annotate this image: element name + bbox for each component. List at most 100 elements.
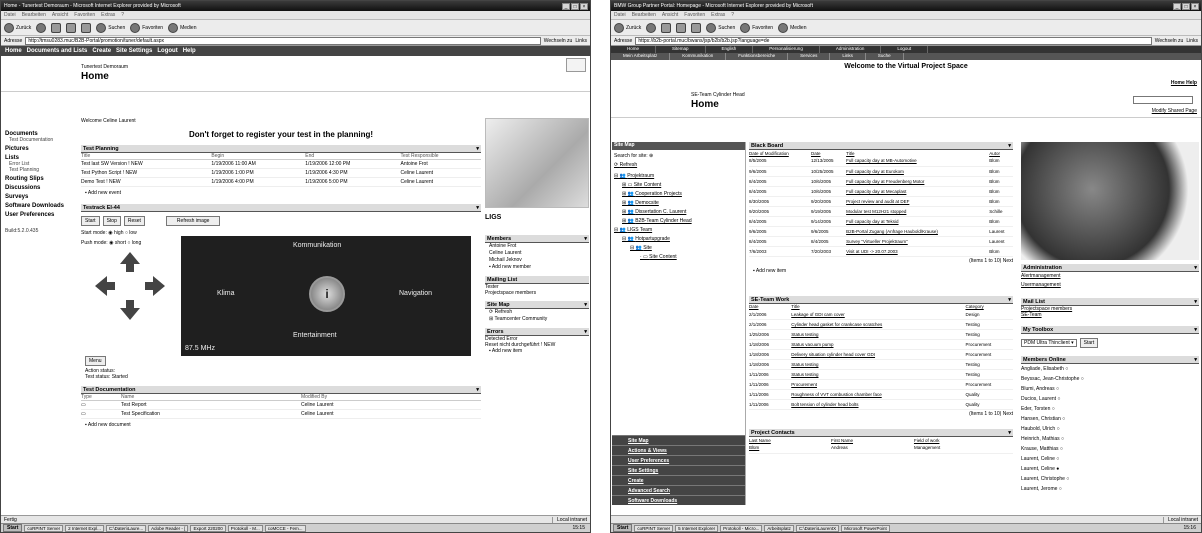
taskbar-item[interactable]: Arbeitsplatz xyxy=(764,524,794,532)
menu-datei[interactable]: Datei xyxy=(614,12,626,18)
back-button[interactable]: Zurück xyxy=(4,22,31,33)
member-item[interactable]: Blumi, Andreas ○ xyxy=(1021,384,1199,394)
taskbar-item[interactable]: Protokoll - Micro... xyxy=(720,524,763,532)
menu-entertainment[interactable]: Entertainment xyxy=(293,332,337,339)
cell-title[interactable]: Test last SW Version ! NEW xyxy=(81,159,212,169)
menu-button[interactable]: Menu xyxy=(85,356,106,366)
chevron-down-icon[interactable]: ▾ xyxy=(1008,296,1013,303)
close-button[interactable]: × xyxy=(580,2,588,10)
teamcenter-community-link[interactable]: ⊞ Teamcenter Community xyxy=(485,316,589,323)
nav-help[interactable]: Help xyxy=(183,48,196,54)
back-button[interactable]: Zurück xyxy=(614,22,641,33)
tree-node[interactable]: ⊞ 👥 Dissertation C. Laurent xyxy=(612,208,745,217)
taskbar-item[interactable]: C:\Daten\Laure... xyxy=(105,524,147,532)
nav-test-documentation[interactable]: Test Documentation xyxy=(5,137,77,143)
minimize-button[interactable]: _ xyxy=(1173,2,1181,10)
cell-title[interactable]: Bolt tension of cylinder head bolts xyxy=(791,399,966,410)
cell-title[interactable]: Roughness of VVT combustion chamber face xyxy=(791,389,966,400)
cell-title[interactable]: Full capacity day at Teksid xyxy=(846,216,990,227)
menu-extras[interactable]: Extras xyxy=(101,12,115,18)
chevron-down-icon[interactable]: ▾ xyxy=(584,235,589,242)
info-knob-icon[interactable]: i xyxy=(309,276,345,312)
links-button[interactable]: Links xyxy=(1186,38,1198,44)
arrow-left-icon[interactable] xyxy=(95,276,115,296)
refresh-image-button[interactable]: Refresh image xyxy=(165,216,221,226)
nav-arbeitsplatz[interactable]: Mein Arbeitsplatz xyxy=(611,53,671,60)
tree-node[interactable]: ⊟ 👥 Site xyxy=(612,244,745,253)
tree-node[interactable]: ⊞ 👥 Democsite xyxy=(612,199,745,208)
nav-home[interactable]: Home xyxy=(5,48,22,54)
member-item[interactable]: Laurent, Christophe ○ xyxy=(1021,474,1199,484)
chevron-down-icon[interactable]: ▾ xyxy=(1194,326,1199,333)
refresh-icon[interactable] xyxy=(66,22,77,33)
cell-title[interactable]: Modular test M12H21 stopped xyxy=(846,206,990,217)
sitemap-action[interactable]: Software Downloads xyxy=(612,495,745,505)
home-icon[interactable] xyxy=(81,22,92,33)
member-item[interactable]: Laurent, Celine ○ xyxy=(1021,454,1199,464)
start-button[interactable]: Start xyxy=(613,524,633,532)
tree-node[interactable]: ⊟ 👥 Hotpartupgrade xyxy=(612,235,745,244)
taskbar-item[interactable]: Microsoft PowerPoint xyxy=(841,524,890,532)
taskbar-item[interactable]: 2 Internet Expl... xyxy=(65,524,104,532)
chevron-down-icon[interactable]: ▾ xyxy=(584,328,589,335)
add-new-member-link[interactable]: ▪ Add new member xyxy=(485,264,589,271)
radio-long[interactable]: ○ xyxy=(127,240,130,246)
add-new-item-link[interactable]: ▪ Add new item xyxy=(753,268,1013,274)
tree-node[interactable]: ⊞ ▭ Site Content xyxy=(612,181,745,190)
cell-title[interactable]: Full capacity day at Mecaplast xyxy=(846,186,990,197)
forward-icon[interactable] xyxy=(646,22,657,33)
add-new-document-link[interactable]: ▪ Add new document xyxy=(85,422,481,428)
sitemap-action[interactable]: Create xyxy=(612,475,745,485)
modify-shared-page-link[interactable]: Modify Shared Page xyxy=(1152,108,1197,114)
taskbar-item[interactable]: coMCCE - Fem... xyxy=(264,524,306,532)
close-button[interactable]: × xyxy=(1191,2,1199,10)
search-box[interactable] xyxy=(566,58,586,72)
member-item[interactable]: Laurent, Celine ● xyxy=(1021,464,1199,474)
go-button[interactable]: Wechseln zu xyxy=(544,38,573,44)
usermanagement-link[interactable]: Usermanagement xyxy=(1021,281,1199,290)
nav-suche[interactable]: Suche xyxy=(866,53,904,60)
nav-test-planning[interactable]: Test Planning xyxy=(5,167,77,173)
toolbox-select[interactable]: PDM Ultra Thinclient ▾ xyxy=(1021,339,1077,347)
taskbar-item[interactable]: coRPINT Server xyxy=(24,524,64,532)
menu-favoriten[interactable]: Favoriten xyxy=(684,12,705,18)
alertmanagement-link[interactable]: Alertmanagement xyxy=(1021,272,1199,281)
sitemap-refresh-link[interactable]: ⟳ Refresh xyxy=(614,162,743,168)
tree-node[interactable]: · ▭ Site Content xyxy=(612,253,745,262)
home-help-links[interactable]: Home Help xyxy=(1171,80,1197,86)
search-button[interactable]: Suchen xyxy=(96,22,125,33)
nav-personalisierung[interactable]: Personalisierung xyxy=(753,46,820,53)
cell-title[interactable]: Status vacuum pump xyxy=(791,339,966,350)
nav-documents-lists[interactable]: Documents and Lists xyxy=(27,48,88,54)
nav-software-downloads[interactable]: Software Downloads xyxy=(5,203,77,209)
black-board-paging[interactable]: (Items 1 to 10) Next xyxy=(749,258,1013,264)
taskbar-item[interactable]: 5 Internet Explorer xyxy=(675,524,719,532)
taskbar-item[interactable]: coRPINT Server xyxy=(634,524,674,532)
mail-item[interactable]: SE-Team xyxy=(1021,312,1199,318)
start-button[interactable]: Start xyxy=(3,524,23,532)
menu-bearbeiten[interactable]: Bearbeiten xyxy=(22,12,46,18)
sitemap-action[interactable]: Advanced Search xyxy=(612,485,745,495)
taskbar-item[interactable]: Adobe Reader - [ xyxy=(148,524,189,532)
search-button[interactable]: Suchen xyxy=(706,22,735,33)
sitemap-action[interactable]: Site Settings xyxy=(612,465,745,475)
chevron-down-icon[interactable]: ▾ xyxy=(476,145,481,152)
start-button[interactable]: Start xyxy=(81,216,100,226)
nav-user-preferences[interactable]: User Preferences xyxy=(5,212,77,218)
menu-ansicht[interactable]: Ansicht xyxy=(52,12,68,18)
add-new-item-link[interactable]: ▪ Add new item xyxy=(485,348,589,355)
cell-title[interactable]: Project review and audit at DEF xyxy=(846,196,990,207)
radio-short[interactable]: ◉ xyxy=(109,240,113,246)
nav-discussions[interactable]: Discussions xyxy=(5,185,77,191)
go-button[interactable]: Wechseln zu xyxy=(1155,38,1184,44)
nav-links[interactable]: Links xyxy=(830,53,866,60)
home-icon[interactable] xyxy=(691,22,702,33)
menu-help[interactable]: ? xyxy=(121,12,124,18)
cell-title[interactable]: Survey "Virtueller Projektraum" xyxy=(846,236,990,247)
menu-klima[interactable]: Klima xyxy=(217,290,235,297)
media-button[interactable]: Medien xyxy=(778,22,807,33)
refresh-link[interactable]: ⟳ Refresh xyxy=(485,309,589,316)
cell-name[interactable]: Test Specification xyxy=(121,409,301,419)
favorites-button[interactable]: Favoriten xyxy=(130,22,163,33)
nav-home[interactable]: Home xyxy=(611,46,657,53)
